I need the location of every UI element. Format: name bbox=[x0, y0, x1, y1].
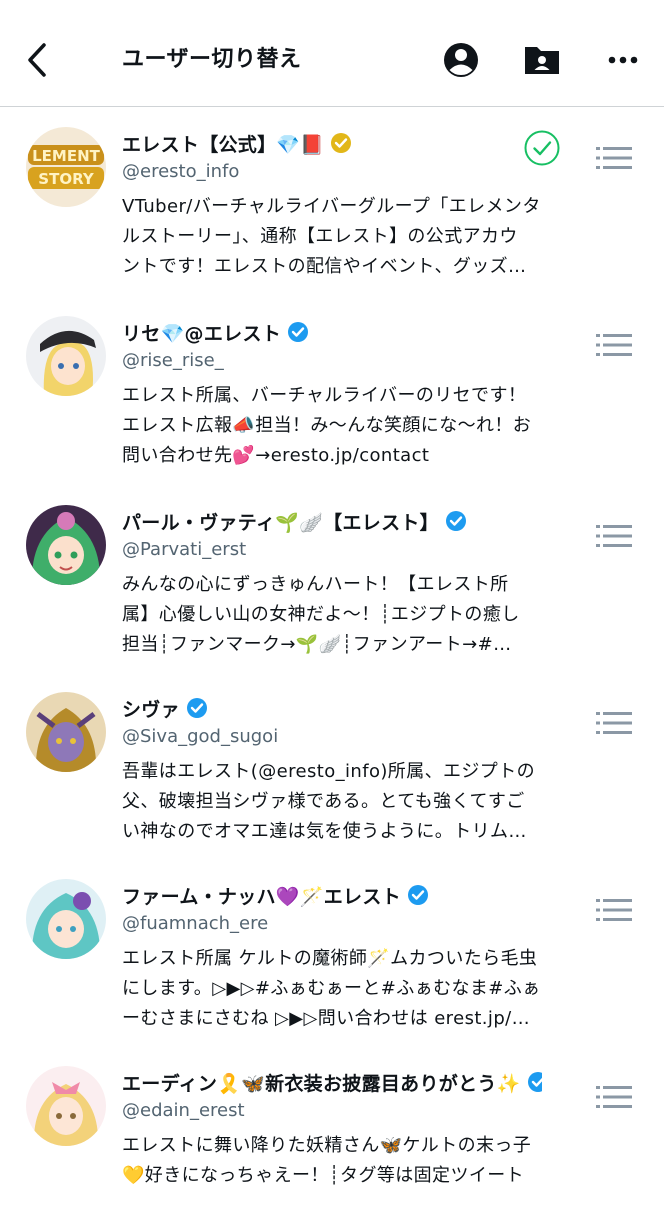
selected-check-icon bbox=[524, 130, 560, 166]
drag-handle-icon[interactable] bbox=[594, 522, 634, 550]
user-row-siva-god-sugoi[interactable]: シヴァ @Siva_god_sugoi 吾輩はエレスト(@eresto_info… bbox=[0, 668, 664, 855]
svg-text:LEMENT: LEMENT bbox=[32, 147, 101, 165]
user-handle: @Parvati_erst bbox=[122, 539, 247, 560]
more-icon[interactable] bbox=[603, 40, 643, 80]
bio-line: い神なのでオマエ達は気を使うように。トリム… bbox=[122, 821, 527, 842]
verified-badge-icon bbox=[186, 698, 207, 718]
display-name: エーディン🎗️🦋新衣装お披露目ありがとう✨ bbox=[122, 1072, 521, 1095]
drag-handle-icon[interactable] bbox=[594, 1083, 634, 1111]
account-icon[interactable] bbox=[441, 40, 481, 80]
svg-text:STORY: STORY bbox=[38, 170, 95, 188]
user-row-fuamnach-ere[interactable]: ファーム・ナッハ💜🪄エレスト @fuamnach_ere エレスト所属 ケルトの… bbox=[0, 855, 664, 1042]
user-row-edain-erest[interactable]: エーディン🎗️🦋新衣装お披露目ありがとう✨ @edain_erest エレストに… bbox=[0, 1042, 664, 1229]
verified-gold-badge-icon bbox=[331, 133, 352, 153]
user-bio: エレスト所属、バーチャルライバーのリセです！ エレスト広報📣担当！み〜んな笑顔に… bbox=[122, 381, 558, 471]
bio-line: ーむさまにさむね ▷▶▷問い合わせは erest.jp/… bbox=[122, 1008, 531, 1029]
verified-badge-icon bbox=[445, 511, 466, 531]
user-handle: @fuamnach_ere bbox=[122, 913, 269, 934]
user-row-eresto-info[interactable]: LEMENT STORY エレスト【公式】💎📕 @eresto_info VTu… bbox=[0, 107, 664, 294]
bio-line: みんなの心にずっきゅんハート！【エレスト所 bbox=[122, 574, 509, 595]
avatar bbox=[26, 316, 106, 396]
user-handle: @Siva_god_sugoi bbox=[122, 726, 279, 747]
verified-badge-icon bbox=[407, 885, 428, 905]
bio-line: 問い合わせ先💕→eresto.jp/contact bbox=[122, 445, 430, 466]
user-bio: 吾輩はエレスト(@eresto_info)所属、エジプトの 父、破壊担当シヴァ様… bbox=[122, 757, 558, 847]
bio-line: 属】心優しい山の女神だよ〜！┊エジプトの癒し bbox=[122, 604, 520, 625]
user-row-parvati-erst[interactable]: パール・ヴァティ🌱🪽【エレスト】 @Parvati_erst みんなの心にずっき… bbox=[0, 481, 664, 668]
drag-handle-icon[interactable] bbox=[594, 709, 634, 737]
display-name: ファーム・ナッハ💜🪄エレスト bbox=[122, 885, 401, 908]
bio-line: 担当┊ファンマーク→🌱🪽┊ファンアート→#… bbox=[122, 634, 512, 655]
display-name: エレスト【公式】💎📕 bbox=[122, 133, 325, 156]
user-bio: みんなの心にずっきゅんハート！【エレスト所 属】心優しい山の女神だよ〜！┊エジプ… bbox=[122, 570, 558, 660]
bio-line: ントです！エレストの配信やイベント、グッズ… bbox=[122, 256, 527, 277]
bio-line: エレスト所属、バーチャルライバーのリセです！ bbox=[122, 385, 527, 406]
avatar bbox=[26, 692, 106, 772]
user-handle: @eresto_info bbox=[122, 161, 240, 182]
display-name: シヴァ bbox=[122, 698, 180, 721]
bio-line: 💛好きになっちゃえー！┊タグ等は固定ツイート bbox=[122, 1165, 525, 1186]
bio-line: VTuber/バーチャルライバーグループ「エレメンタ bbox=[122, 196, 541, 217]
avatar bbox=[26, 1066, 106, 1146]
avatar bbox=[26, 879, 106, 959]
display-name: パール・ヴァティ🌱🪽【エレスト】 bbox=[122, 511, 439, 534]
bio-line: 父、破壊担当シヴァ様である。とても強くてすご bbox=[122, 791, 525, 812]
drag-handle-icon[interactable] bbox=[594, 144, 634, 172]
verified-badge-icon bbox=[288, 322, 309, 342]
verified-badge-icon bbox=[527, 1072, 542, 1092]
drag-handle-icon[interactable] bbox=[594, 331, 634, 359]
bio-line: 吾輩はエレスト(@eresto_info)所属、エジプトの bbox=[122, 761, 536, 782]
user-bio: エレスト所属 ケルトの魔術師🪄ムカついたら毛虫 にします。▷▶▷#ふぁむぁーと#… bbox=[122, 944, 558, 1034]
bio-line: にします。▷▶▷#ふぁむぁーと#ふぁむなま#ふぁ bbox=[122, 978, 541, 999]
drag-handle-icon[interactable] bbox=[594, 896, 634, 924]
bio-line: ルストーリー」、通称【エレスト】の公式アカウ bbox=[122, 226, 518, 247]
user-bio: エレストに舞い降りた妖精さん🦋ケルトの末っ子 💛好きになっちゃえー！┊タグ等は固… bbox=[122, 1131, 558, 1191]
display-name: リセ💎@エレスト bbox=[122, 322, 282, 345]
folder-user-icon[interactable] bbox=[522, 40, 562, 80]
user-bio: VTuber/バーチャルライバーグループ「エレメンタ ルストーリー」、通称【エレ… bbox=[122, 192, 558, 282]
user-handle: @edain_erest bbox=[122, 1100, 245, 1121]
user-handle: @rise_rise_ bbox=[122, 350, 224, 371]
bio-line: エレスト広報📣担当！み〜んな笑顔にな〜れ！お bbox=[122, 415, 532, 436]
avatar bbox=[26, 505, 106, 585]
bio-line: エレスト所属 ケルトの魔術師🪄ムカついたら毛虫 bbox=[122, 948, 538, 969]
bio-line: エレストに舞い降りた妖精さん🦋ケルトの末っ子 bbox=[122, 1135, 532, 1156]
page-title: ユーザー切り替え bbox=[122, 47, 302, 72]
app-header: ユーザー切り替え bbox=[0, 0, 664, 107]
back-icon[interactable] bbox=[22, 40, 54, 80]
user-list: LEMENT STORY エレスト【公式】💎📕 @eresto_info VTu… bbox=[0, 107, 664, 1229]
user-row-rise-rise[interactable]: リセ💎@エレスト @rise_rise_ エレスト所属、バーチャルライバーのリセ… bbox=[0, 294, 664, 481]
avatar: LEMENT STORY bbox=[26, 127, 106, 207]
